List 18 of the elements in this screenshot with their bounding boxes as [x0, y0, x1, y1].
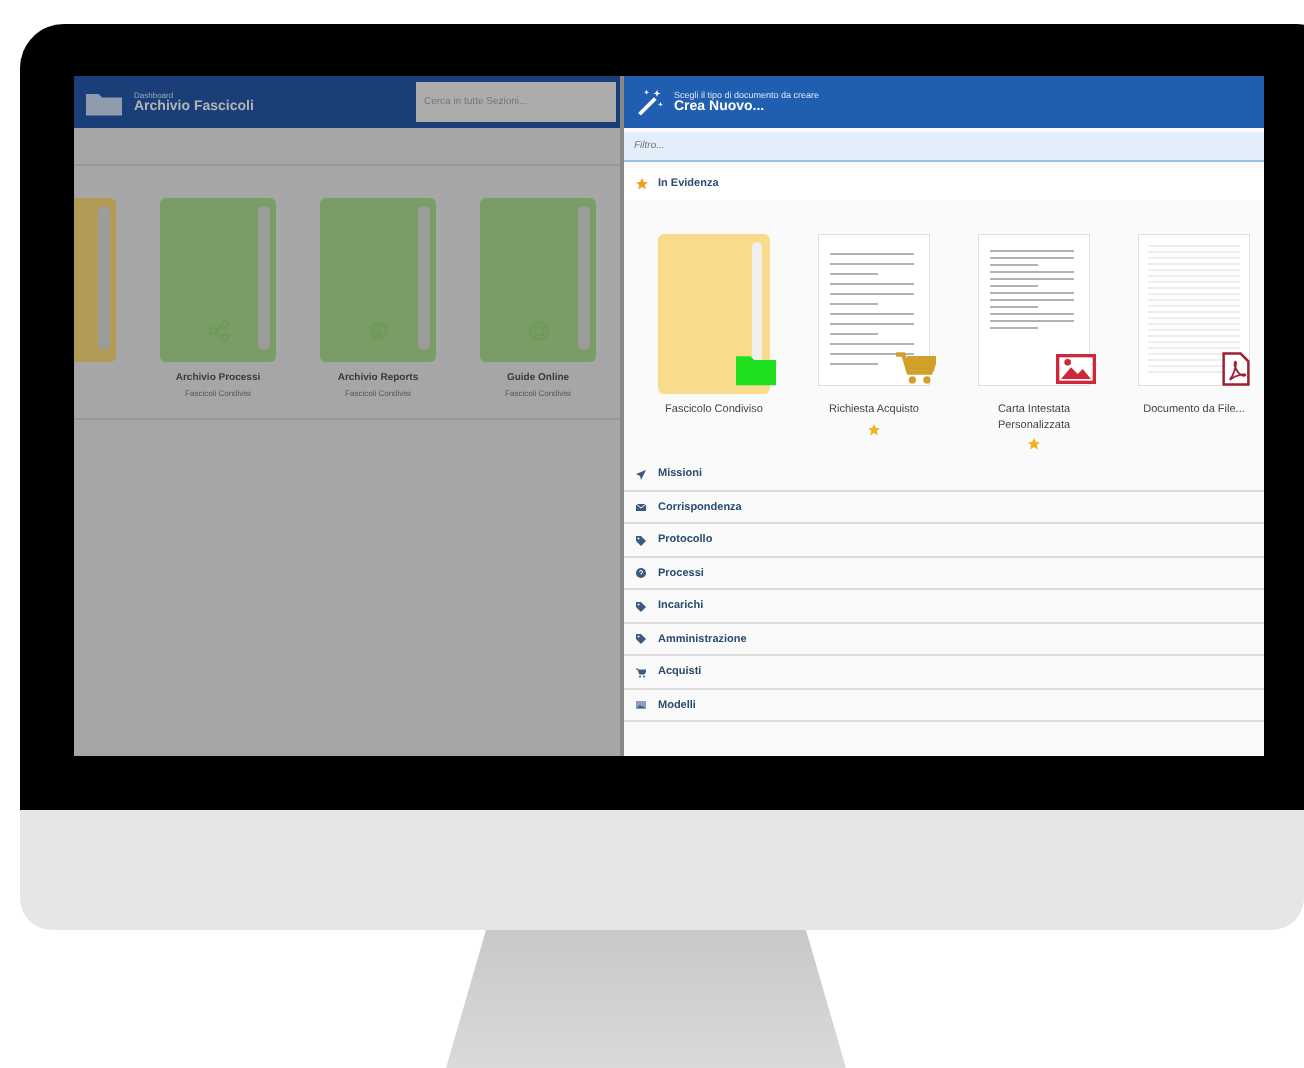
tag-icon: [636, 535, 646, 546]
image-icon: [636, 700, 646, 711]
cart-icon: [636, 667, 646, 678]
tag-icon: [636, 601, 646, 612]
folder-card[interactable]: [160, 198, 276, 362]
folder-card[interactable]: [320, 198, 436, 362]
cart-icon: [896, 352, 936, 386]
folder-card[interactable]: [480, 198, 596, 362]
question-icon: [636, 568, 646, 579]
pdf-file-icon: [1216, 352, 1256, 386]
image-icon: [1056, 352, 1096, 386]
tag-icon: [636, 634, 646, 645]
folder-icon: [86, 89, 122, 115]
envelope-icon: [636, 502, 646, 513]
send-icon: [636, 469, 646, 480]
magic-wand-icon: [636, 88, 664, 116]
star-icon: [636, 178, 648, 190]
folder-icon: [736, 352, 776, 386]
